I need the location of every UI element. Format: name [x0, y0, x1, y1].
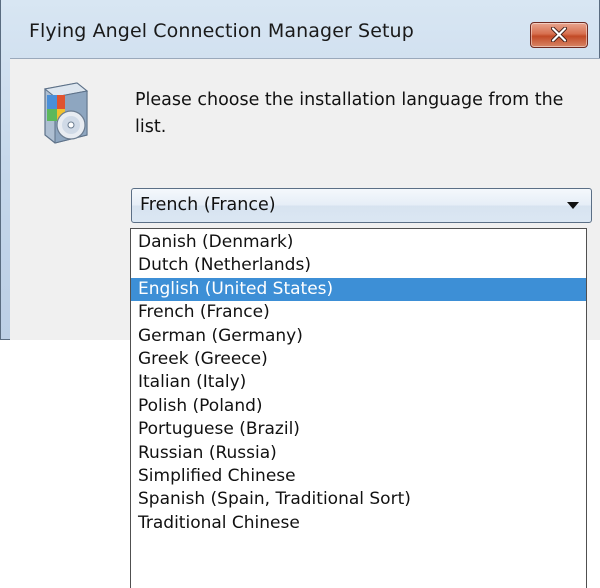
- language-option-greek[interactable]: Greek (Greece): [131, 348, 586, 371]
- prompt-text: Please choose the installation language …: [135, 90, 564, 137]
- language-option-spanish[interactable]: Spanish (Spain, Traditional Sort): [131, 488, 586, 511]
- language-dropdown-list[interactable]: Danish (Denmark) Dutch (Netherlands) Eng…: [130, 228, 587, 588]
- window-title: Flying Angel Connection Manager Setup: [29, 20, 414, 42]
- close-button[interactable]: [530, 22, 588, 48]
- language-option-traditional-chinese[interactable]: Traditional Chinese: [131, 512, 586, 535]
- title-bar[interactable]: Flying Angel Connection Manager Setup: [1, 0, 600, 58]
- close-icon: [551, 27, 567, 42]
- language-option-english[interactable]: English (United States): [131, 277, 586, 302]
- language-option-italian[interactable]: Italian (Italy): [131, 371, 586, 394]
- installer-icon: [37, 81, 95, 149]
- language-option-german[interactable]: German (Germany): [131, 325, 586, 348]
- language-option-french[interactable]: French (France): [131, 301, 586, 324]
- language-select[interactable]: French (France): [131, 188, 592, 223]
- chevron-down-icon[interactable]: [567, 202, 579, 210]
- language-option-portuguese[interactable]: Portuguese (Brazil): [131, 418, 586, 441]
- language-option-russian[interactable]: Russian (Russia): [131, 442, 586, 465]
- language-option-simplified-chinese[interactable]: Simplified Chinese: [131, 465, 586, 488]
- language-option-danish[interactable]: Danish (Denmark): [131, 231, 586, 254]
- language-select-value: French (France): [140, 195, 276, 215]
- language-option-dutch[interactable]: Dutch (Netherlands): [131, 254, 586, 277]
- language-option-polish[interactable]: Polish (Poland): [131, 395, 586, 418]
